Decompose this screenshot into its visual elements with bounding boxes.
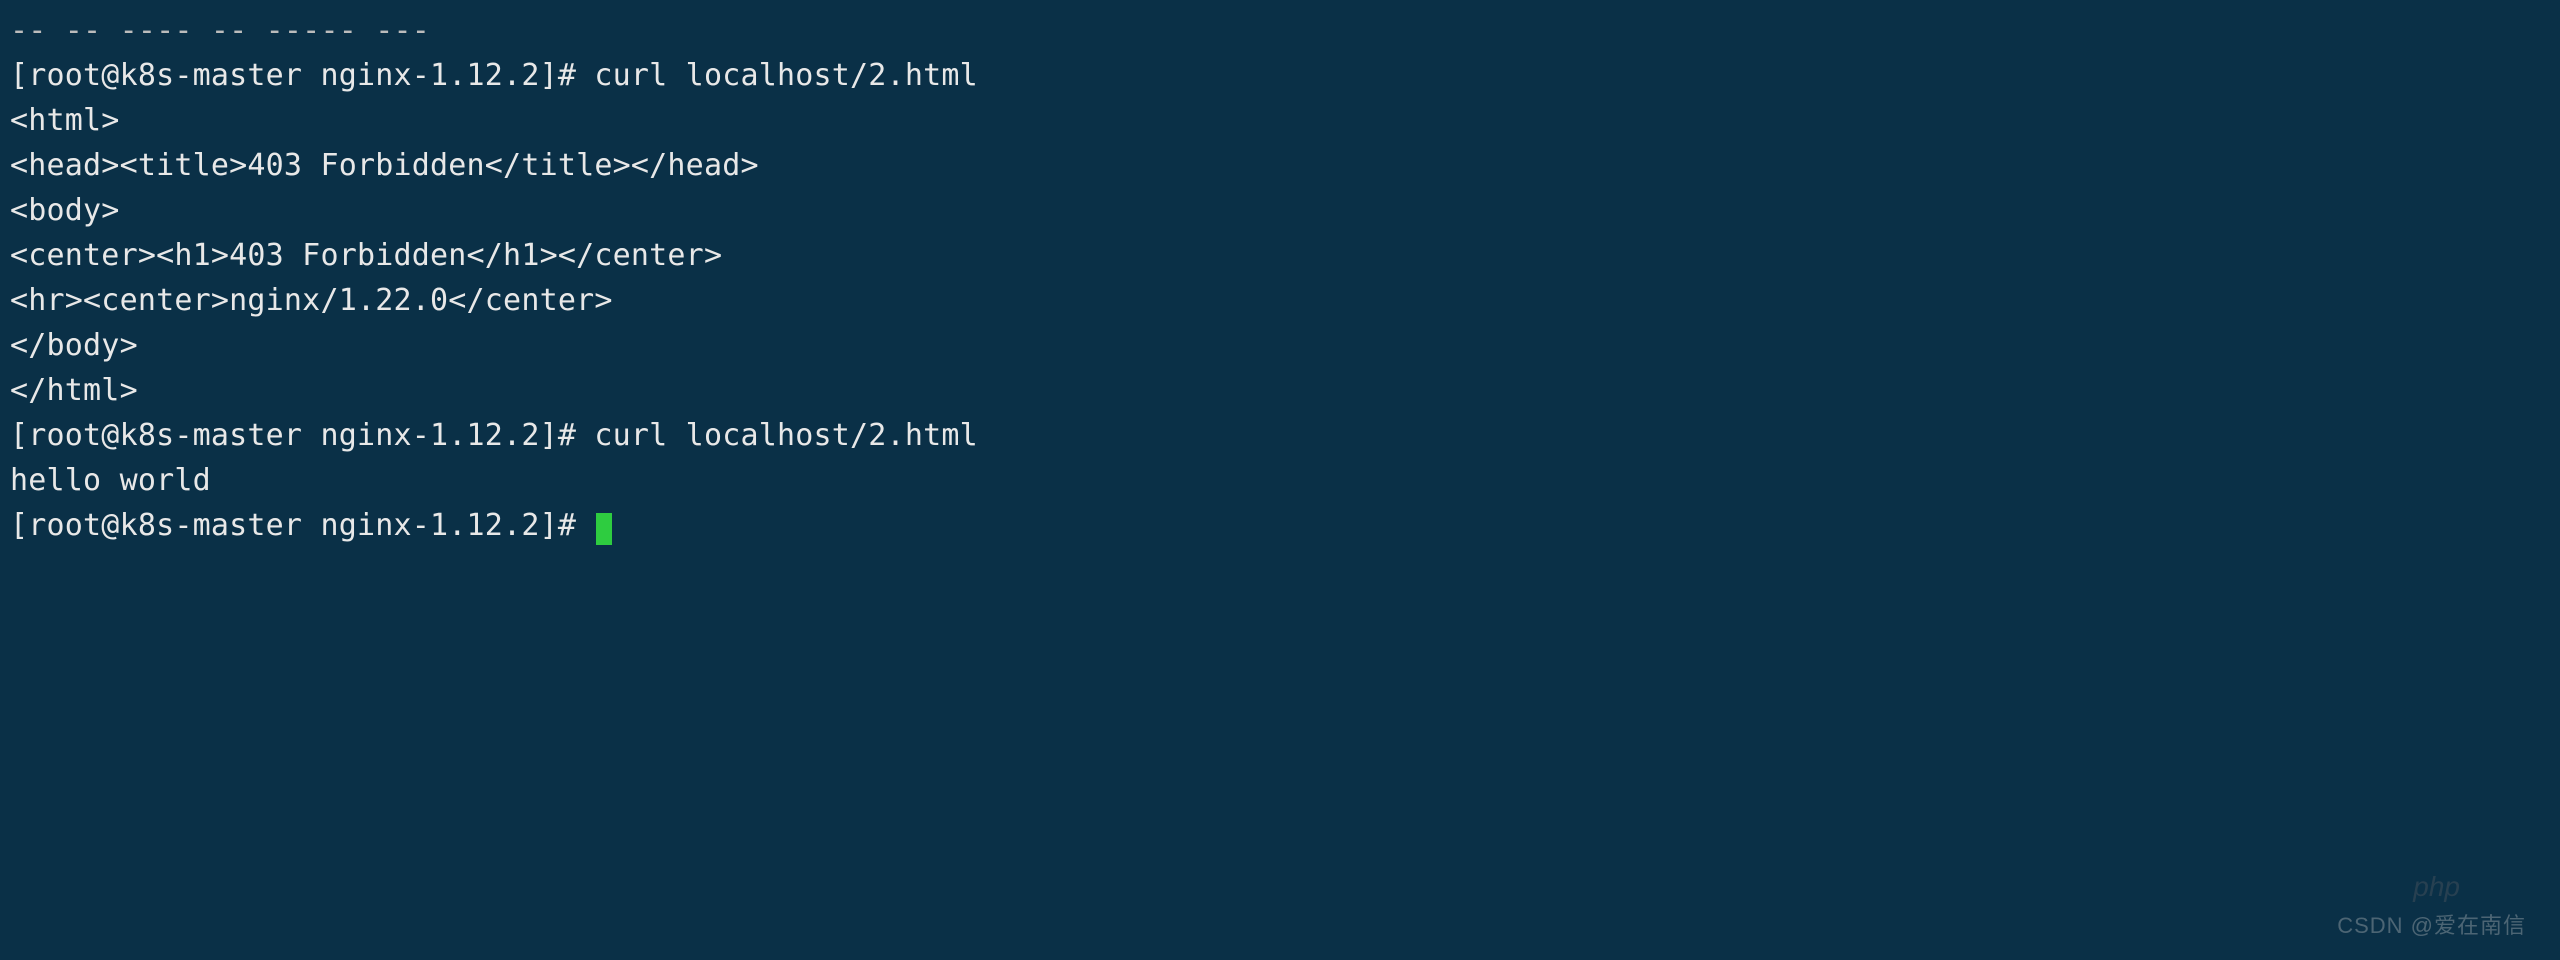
cursor-icon xyxy=(596,513,612,545)
terminal-output-line: <body> xyxy=(10,188,2550,233)
terminal-output-line: <hr><center>nginx/1.22.0</center> xyxy=(10,278,2550,323)
terminal-output-line: <center><h1>403 Forbidden</h1></center> xyxy=(10,233,2550,278)
terminal-active-prompt[interactable]: [root@k8s-master nginx-1.12.2]# xyxy=(10,503,2550,548)
terminal-output-line: hello world xyxy=(10,458,2550,503)
watermark-ghost: php xyxy=(2413,866,2460,908)
terminal-output-line: </html> xyxy=(10,368,2550,413)
prompt-text: [root@k8s-master nginx-1.12.2]# xyxy=(10,508,594,543)
terminal-prompt-line: [root@k8s-master nginx-1.12.2]# curl loc… xyxy=(10,53,2550,98)
terminal-output-line: -- -- ---- -- ----- --- xyxy=(10,8,2550,53)
terminal-output-line: <head><title>403 Forbidden</title></head… xyxy=(10,143,2550,188)
watermark-text: CSDN @爱在南信 xyxy=(2337,909,2526,942)
terminal-prompt-line: [root@k8s-master nginx-1.12.2]# curl loc… xyxy=(10,413,2550,458)
terminal-output-line: <html> xyxy=(10,98,2550,143)
terminal-output-line: </body> xyxy=(10,323,2550,368)
